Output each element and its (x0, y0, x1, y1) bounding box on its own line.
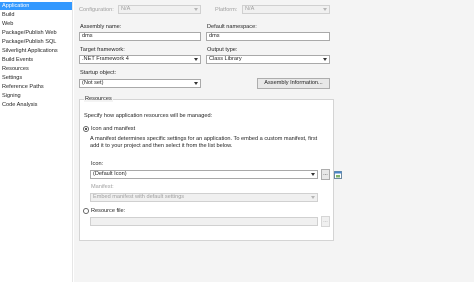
chevron-down-icon (323, 58, 327, 61)
sidebar-item-silverlight-applications[interactable]: Silverlight Applications (0, 47, 72, 55)
default-namespace-label: Default namespace: (207, 24, 257, 30)
manifest-value: Embed manifest with default settings (93, 194, 185, 200)
assembly-information-button[interactable]: Assembly Information... (257, 78, 330, 89)
sidebar-item-web[interactable]: Web (0, 20, 72, 28)
icon-combo[interactable]: (Default Icon) (90, 170, 318, 179)
resources-description: Specify how application resources will b… (84, 113, 213, 119)
manifest-combo[interactable]: Embed manifest with default settings (90, 193, 318, 202)
sidebar-item-resources[interactable]: Resources (0, 65, 72, 73)
target-framework-combo[interactable]: .NET Framework 4 (79, 55, 201, 64)
output-type-value: Class Library (209, 56, 242, 62)
icon-and-manifest-label: Icon and manifest (91, 126, 136, 132)
sidebar-item-code-analysis[interactable]: Code Analysis (0, 101, 72, 109)
icon-value: (Default Icon) (93, 171, 127, 177)
platform-value: N/A (245, 6, 255, 12)
manifest-help-text-line2: add it to your project and then select i… (90, 143, 233, 149)
chevron-down-icon (311, 173, 315, 176)
sidebar-item-reference-paths[interactable]: Reference Paths (0, 83, 72, 91)
browse-icon-button[interactable]: ... (321, 169, 330, 180)
default-namespace-input[interactable]: dms (206, 32, 330, 41)
sidebar-item-signing[interactable]: Signing (0, 92, 72, 100)
browse-resource-file-button[interactable]: ... (321, 216, 330, 227)
sidebar-item-build[interactable]: Build (0, 11, 72, 19)
resources-group-title: Resources (84, 96, 113, 102)
configuration-value: N/A (121, 6, 131, 12)
target-framework-value: .NET Framework 4 (82, 56, 129, 62)
chevron-down-icon (194, 8, 198, 11)
sidebar-item-package-publish-web[interactable]: Package/Publish Web (0, 29, 72, 37)
application-icon-preview-icon (334, 171, 342, 179)
configuration-label: Configuration: (79, 7, 114, 13)
resource-file-radio[interactable] (83, 208, 89, 214)
sidebar-item-application[interactable]: Application (0, 2, 72, 10)
sidebar-item-package-publish-sql[interactable]: Package/Publish SQL (0, 38, 72, 46)
startup-object-combo[interactable]: (Not set) (79, 79, 201, 88)
chevron-down-icon (311, 196, 315, 199)
icon-and-manifest-radio[interactable] (83, 126, 89, 132)
output-type-combo[interactable]: Class Library (206, 55, 330, 64)
configuration-combo[interactable]: N/A (118, 5, 201, 14)
assembly-name-value: dms (82, 33, 93, 39)
resource-file-input[interactable] (90, 217, 318, 226)
assembly-name-input[interactable]: dms (79, 32, 201, 41)
icon-label: Icon: (91, 161, 104, 167)
default-namespace-value: dms (209, 33, 220, 39)
sidebar-item-settings[interactable]: Settings (0, 74, 72, 82)
manifest-help-text-line1: A manifest determines specific settings … (90, 136, 318, 142)
assembly-name-label: Assembly name: (80, 24, 122, 30)
target-framework-label: Target framework: (80, 47, 125, 53)
platform-label: Platform: (215, 7, 238, 13)
output-type-label: Output type: (207, 47, 238, 53)
sidebar-item-build-events[interactable]: Build Events (0, 56, 72, 64)
chevron-down-icon (323, 8, 327, 11)
resource-file-label: Resource file: (91, 208, 126, 214)
manifest-label: Manifest: (91, 184, 114, 190)
chevron-down-icon (194, 82, 198, 85)
sidebar: Application Build Web Package/Publish We… (0, 0, 73, 282)
platform-combo[interactable]: N/A (242, 5, 330, 14)
startup-object-value: (Not set) (82, 80, 104, 86)
chevron-down-icon (194, 58, 198, 61)
startup-object-label: Startup object: (80, 70, 117, 76)
